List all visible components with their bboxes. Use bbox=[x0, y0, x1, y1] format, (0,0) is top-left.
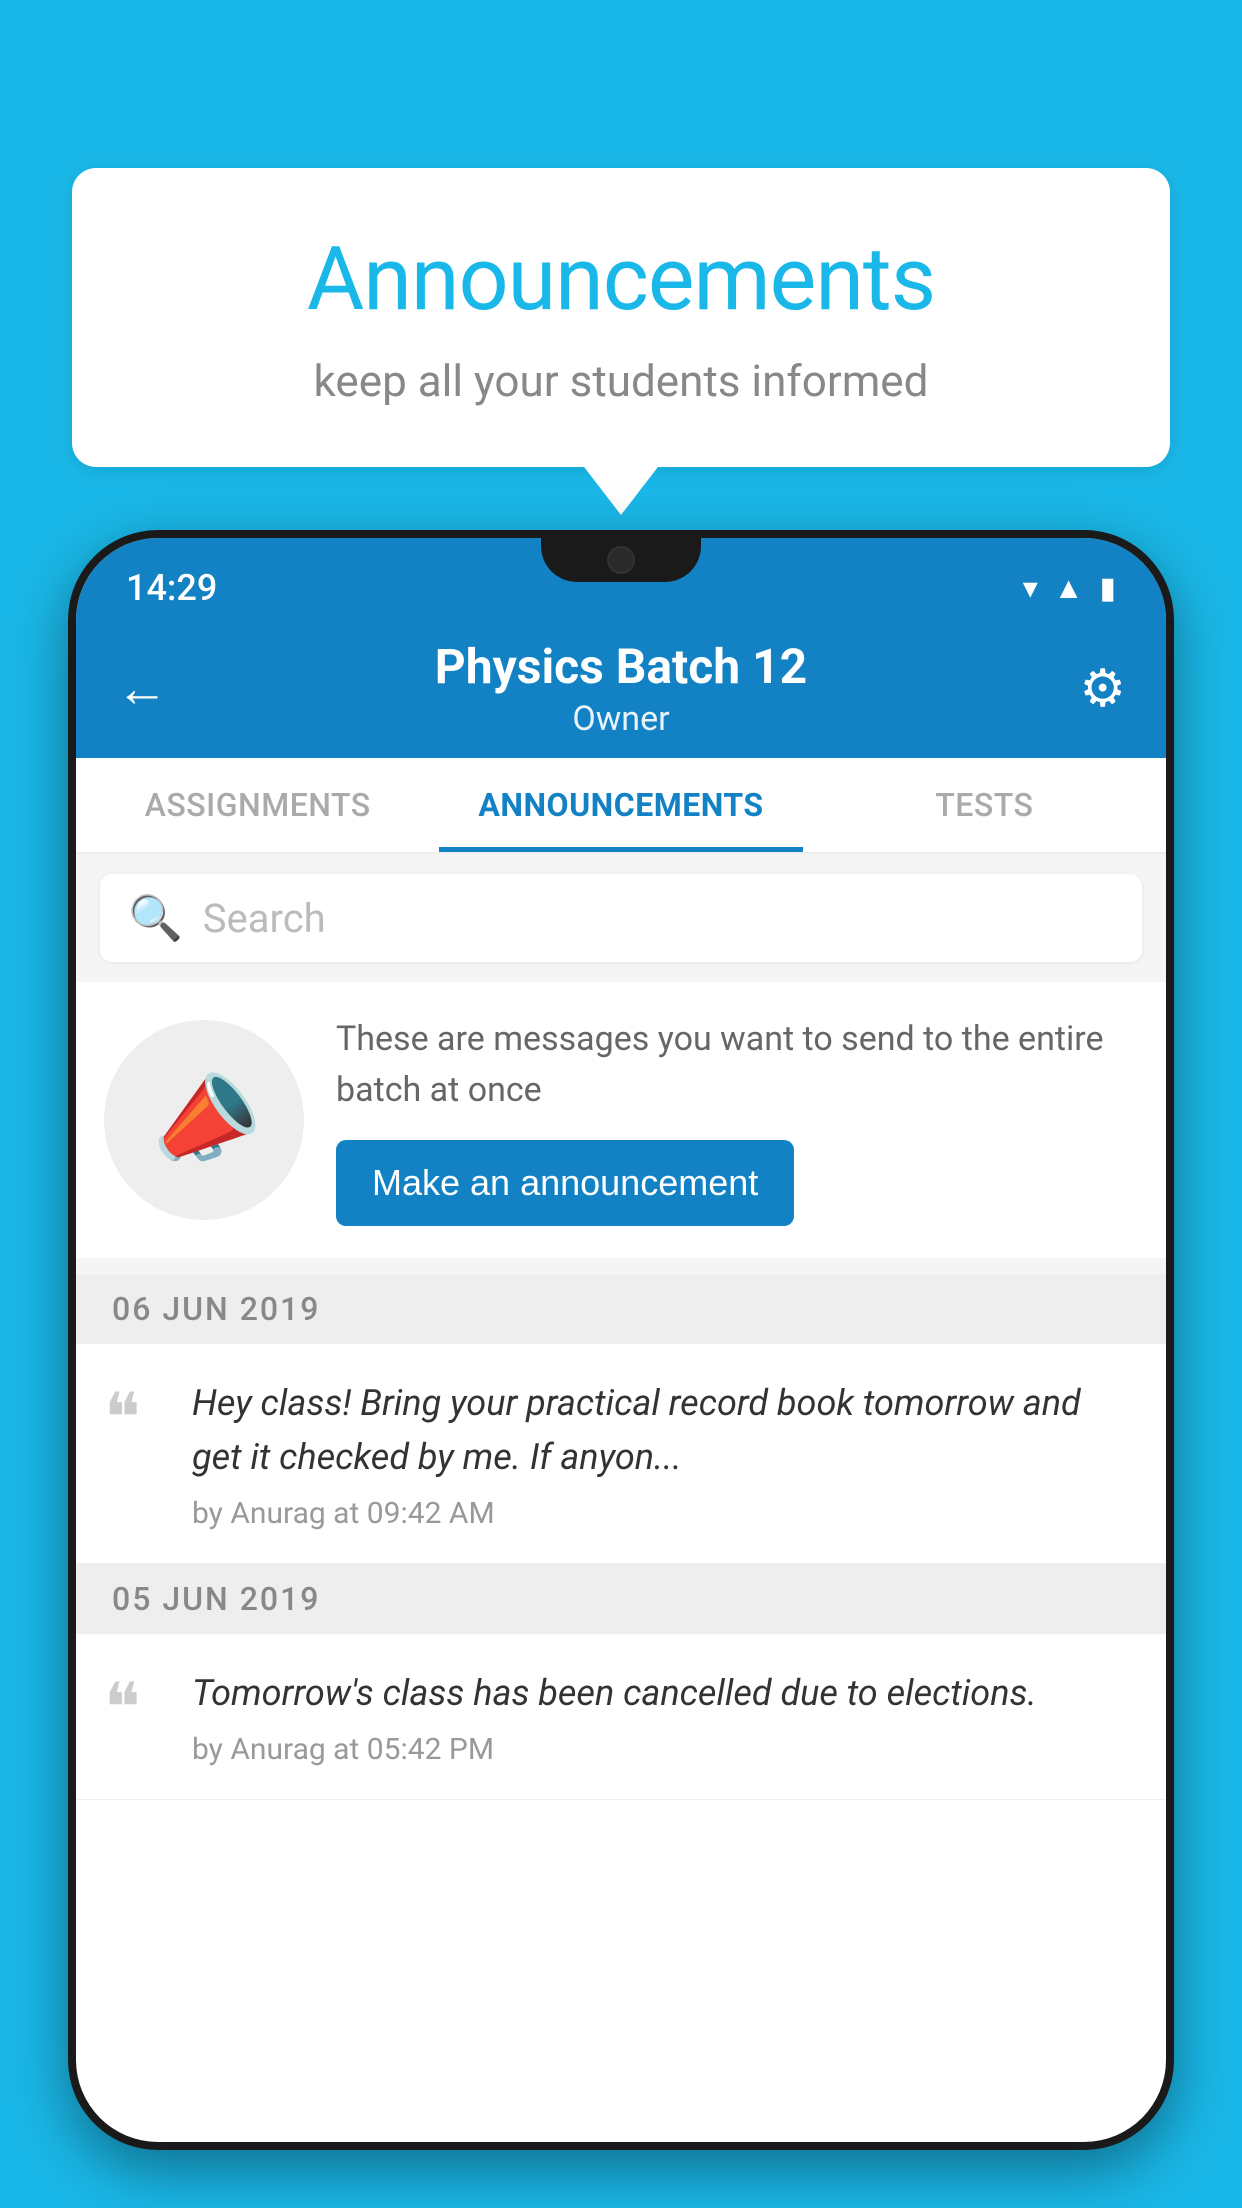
tab-assignments[interactable]: ASSIGNMENTS bbox=[76, 758, 439, 852]
date-separator-2: 05 JUN 2019 bbox=[76, 1564, 1166, 1634]
batch-title: Physics Batch 12 bbox=[186, 638, 1056, 695]
settings-button[interactable]: ⚙ bbox=[1056, 658, 1126, 719]
announcement-icon-circle: 📣 bbox=[104, 1020, 304, 1220]
status-icons: ▾ ▲ ▮ bbox=[1023, 571, 1116, 606]
megaphone-icon: 📣 bbox=[136, 1055, 271, 1185]
announcement-item-1[interactable]: ❝ Hey class! Bring your practical record… bbox=[76, 1344, 1166, 1564]
wifi-icon: ▾ bbox=[1023, 571, 1038, 606]
header-title-area: Physics Batch 12 Owner bbox=[186, 638, 1056, 739]
announcement-message-2: Tomorrow's class has been cancelled due … bbox=[192, 1666, 1138, 1720]
search-placeholder: Search bbox=[203, 895, 326, 942]
battery-icon: ▮ bbox=[1099, 571, 1116, 606]
tab-tests[interactable]: TESTS bbox=[803, 758, 1166, 852]
quote-icon-2: ❝ bbox=[104, 1674, 164, 1742]
status-time: 14:29 bbox=[126, 567, 217, 609]
make-announcement-button[interactable]: Make an announcement bbox=[336, 1140, 794, 1226]
search-bar[interactable]: 🔍 Search bbox=[100, 874, 1142, 962]
announcement-description: These are messages you want to send to t… bbox=[336, 1014, 1138, 1116]
screen-content: 🔍 Search 📣 These are messages you want t… bbox=[76, 854, 1166, 1800]
announcement-meta-2: by Anurag at 05:42 PM bbox=[192, 1732, 1138, 1767]
announcement-body-1: Hey class! Bring your practical record b… bbox=[192, 1376, 1138, 1531]
app-header: ← Physics Batch 12 Owner ⚙ bbox=[76, 618, 1166, 758]
phone-screen: 14:29 ▾ ▲ ▮ ← Physics Batch 12 Owner ⚙ bbox=[76, 538, 1166, 2142]
signal-icon: ▲ bbox=[1054, 571, 1084, 606]
announcement-item-2[interactable]: ❝ Tomorrow's class has been cancelled du… bbox=[76, 1634, 1166, 1800]
tab-announcements[interactable]: ANNOUNCEMENTS bbox=[439, 758, 802, 852]
phone-container: 14:29 ▾ ▲ ▮ ← Physics Batch 12 Owner ⚙ bbox=[68, 530, 1174, 2208]
card-subtitle: keep all your students informed bbox=[132, 355, 1110, 407]
batch-role: Owner bbox=[186, 699, 1056, 739]
speech-bubble-card: Announcements keep all your students inf… bbox=[72, 168, 1170, 467]
phone-frame: 14:29 ▾ ▲ ▮ ← Physics Batch 12 Owner ⚙ bbox=[68, 530, 1174, 2150]
search-icon: 🔍 bbox=[128, 892, 183, 944]
back-button[interactable]: ← bbox=[116, 658, 186, 719]
phone-camera bbox=[607, 546, 635, 574]
tab-bar: ASSIGNMENTS ANNOUNCEMENTS TESTS bbox=[76, 758, 1166, 854]
phone-notch bbox=[541, 530, 701, 582]
announcement-info: These are messages you want to send to t… bbox=[336, 1014, 1138, 1226]
quote-icon-1: ❝ bbox=[104, 1384, 164, 1452]
announcement-body-2: Tomorrow's class has been cancelled due … bbox=[192, 1666, 1138, 1767]
card-title: Announcements bbox=[132, 228, 1110, 331]
date-separator-1: 06 JUN 2019 bbox=[76, 1274, 1166, 1344]
make-announcement-section: 📣 These are messages you want to send to… bbox=[76, 982, 1166, 1258]
announcement-message-1: Hey class! Bring your practical record b… bbox=[192, 1376, 1138, 1484]
announcement-meta-1: by Anurag at 09:42 AM bbox=[192, 1496, 1138, 1531]
